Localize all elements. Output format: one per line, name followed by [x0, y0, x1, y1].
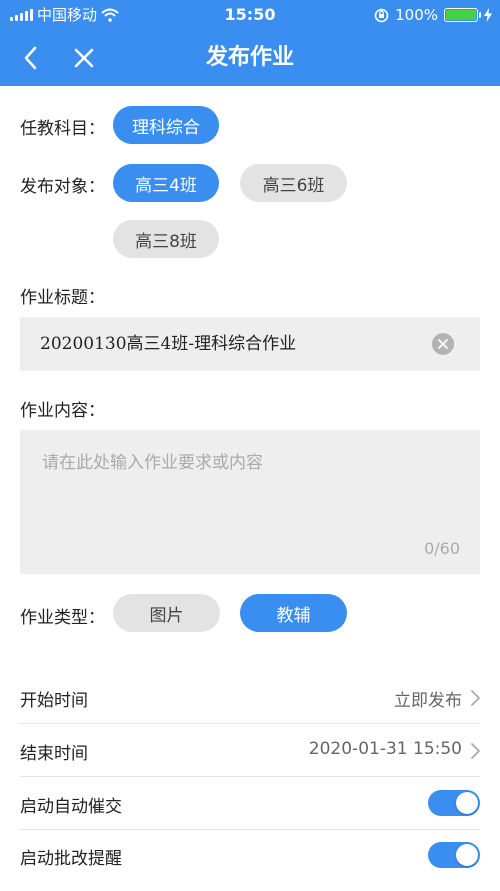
- type-label: 作业类型：: [20, 608, 105, 628]
- divider: [20, 723, 480, 724]
- content-label: 作业内容：: [20, 401, 105, 421]
- target-chip-class8[interactable]: 高三8班: [113, 220, 219, 258]
- target-chip-class6[interactable]: 高三6班: [240, 164, 347, 202]
- char-counter: 0/60: [424, 539, 460, 558]
- subject-chip[interactable]: 理科综合: [113, 106, 219, 144]
- charging-icon: [484, 8, 492, 22]
- nav-bar: 发布作业: [0, 30, 500, 86]
- auto-remind-toggle[interactable]: [428, 790, 480, 816]
- title-input[interactable]: 20200130高三4班-理科综合作业: [20, 317, 480, 371]
- orientation-lock-icon: [374, 8, 389, 22]
- target-label: 发布对象：: [20, 177, 105, 197]
- content-textarea[interactable]: 请在此处输入作业要求或内容 0/60: [20, 430, 480, 574]
- battery-percent: 100%: [395, 6, 438, 24]
- chevron-right-icon[interactable]: [468, 688, 482, 708]
- title-input-value: 20200130高三4班-理科综合作业: [40, 334, 297, 354]
- start-time-label: 开始时间: [20, 691, 88, 711]
- toggle-knob: [456, 844, 478, 866]
- battery-icon: [444, 8, 481, 22]
- toggle-knob: [456, 792, 478, 814]
- target-chip-class4[interactable]: 高三4班: [113, 164, 219, 202]
- type-chip-tutoring[interactable]: 教辅: [240, 594, 347, 632]
- top-bar: 中国移动 15:50 100% 发布作业: [0, 0, 500, 86]
- title-label: 作业标题：: [20, 288, 105, 308]
- start-time-value[interactable]: 立即发布: [394, 686, 462, 711]
- page-title: 发布作业: [205, 45, 294, 70]
- status-bar: 中国移动 15:50 100%: [0, 0, 500, 30]
- end-time-value[interactable]: 2020-01-31 15:50: [309, 739, 462, 759]
- divider: [20, 829, 480, 830]
- content-placeholder: 请在此处输入作业要求或内容: [42, 453, 263, 473]
- divider: [20, 776, 480, 777]
- status-right: 100%: [374, 0, 492, 30]
- grade-remind-label: 启动批改提醒: [20, 849, 122, 869]
- grade-remind-toggle[interactable]: [428, 842, 480, 868]
- subject-label: 任教科目：: [20, 119, 105, 139]
- clear-icon[interactable]: [432, 333, 454, 355]
- end-time-label: 结束时间: [20, 744, 88, 764]
- auto-remind-label: 启动自动催交: [20, 797, 122, 817]
- chevron-right-icon[interactable]: [468, 741, 482, 761]
- type-chip-image[interactable]: 图片: [113, 594, 220, 632]
